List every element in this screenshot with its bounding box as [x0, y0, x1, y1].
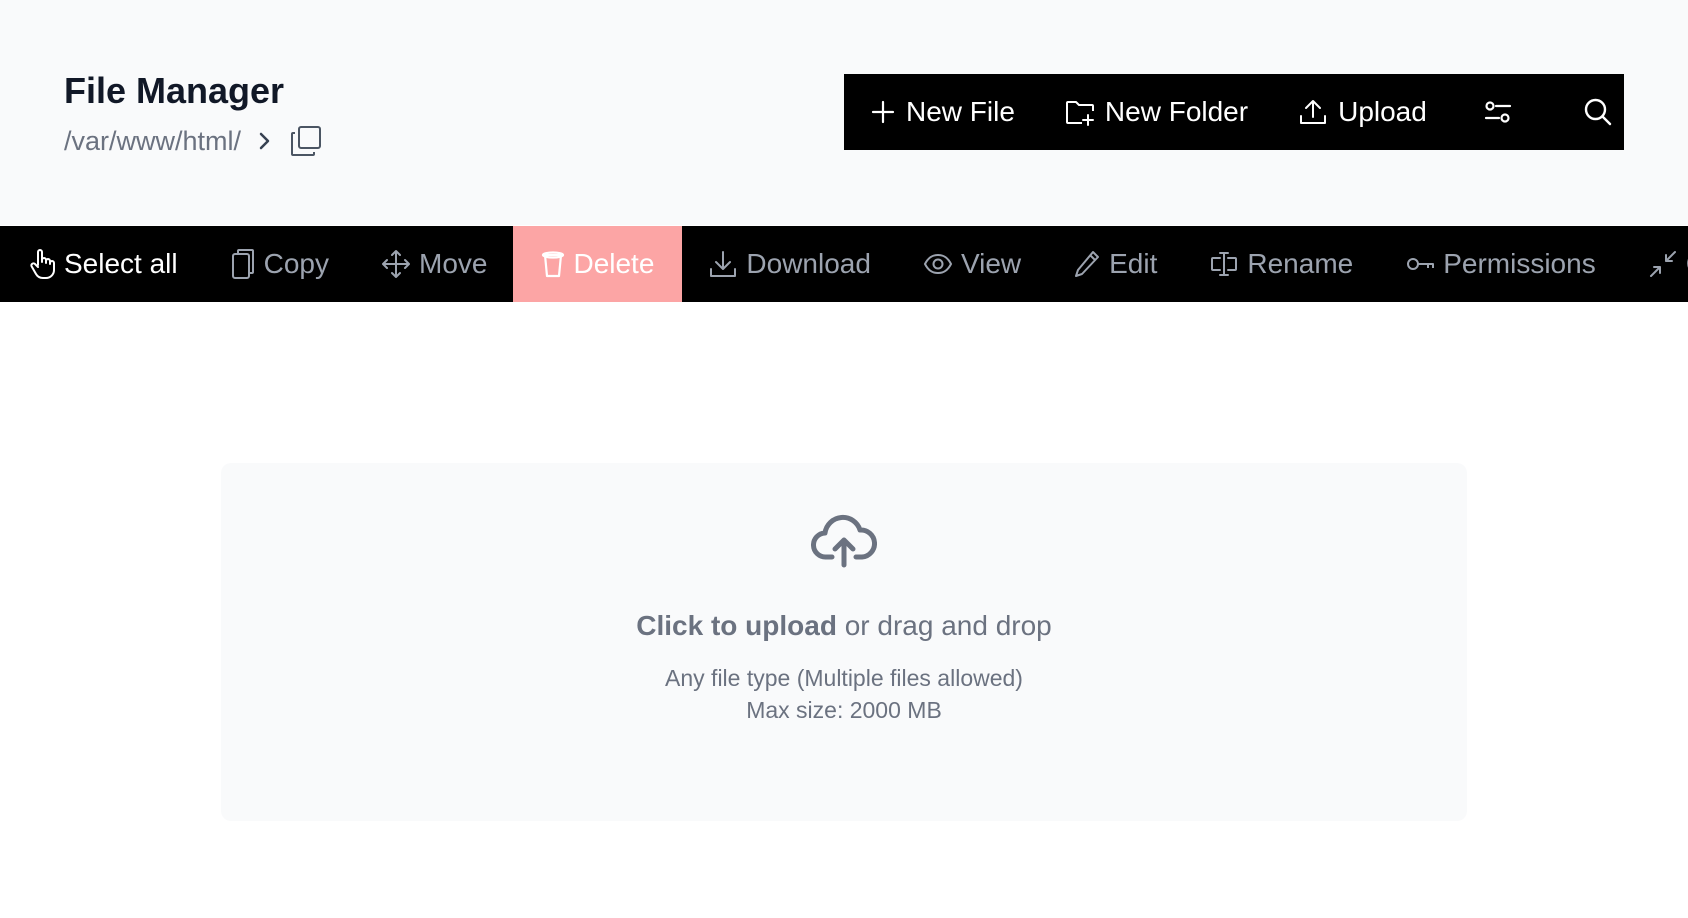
compress-icon [1648, 249, 1678, 279]
copy-icon [230, 248, 256, 280]
trash-icon [541, 250, 565, 278]
cloud-upload-icon [811, 513, 877, 574]
new-file-label: New File [906, 96, 1015, 127]
upload-label: Upload [1338, 96, 1427, 127]
view-label: View [960, 248, 1022, 279]
click-to-upload-label[interactable]: Click to upload [636, 610, 837, 641]
download-label: Download [746, 248, 871, 279]
filter-icon [1483, 98, 1513, 126]
upload-button[interactable]: Upload [1298, 74, 1427, 150]
breadcrumb: /var/www/html/ [64, 123, 323, 159]
new-folder-button[interactable]: New Folder [1065, 74, 1248, 150]
copy-button[interactable]: Copy [204, 226, 355, 302]
upload-prompt: Click to upload or drag and drop [221, 610, 1467, 642]
search-icon [1583, 97, 1613, 127]
key-icon [1405, 252, 1435, 276]
chevron-right-icon[interactable] [255, 129, 275, 153]
select-all-label: Select all [64, 248, 178, 279]
edit-label: Edit [1109, 248, 1158, 279]
download-button[interactable]: Download [682, 226, 897, 302]
upload-icon [1298, 98, 1328, 126]
folder-plus-icon [1065, 98, 1095, 126]
move-icon [381, 249, 411, 279]
copy-label: Copy [263, 248, 329, 279]
edit-button[interactable]: Edit [1047, 226, 1183, 302]
upload-dropzone[interactable]: Click to upload or drag and drop Any fil… [221, 463, 1467, 821]
drag-drop-label: or drag and drop [836, 610, 1052, 641]
hand-pointer-icon [30, 248, 56, 280]
current-path[interactable]: /var/www/html/ [64, 126, 241, 157]
selection-toolbar: Select all Copy Move Delete Download Vie… [0, 226, 1688, 302]
rename-label: Rename [1247, 248, 1354, 279]
top-action-bar: New File New Folder Upload [844, 74, 1624, 150]
move-label: Move [419, 248, 488, 279]
delete-label: Delete [573, 248, 655, 279]
download-icon [708, 249, 738, 279]
permissions-label: Permissions [1443, 248, 1596, 279]
page-title: File Manager [64, 70, 285, 111]
header: File Manager /var/www/html/ New File New… [0, 0, 1688, 225]
compress-button[interactable]: C [1622, 226, 1688, 302]
permissions-button[interactable]: Permissions [1379, 226, 1621, 302]
pencil-icon [1073, 249, 1101, 279]
move-button[interactable]: Move [355, 226, 513, 302]
max-size-hint: Max size: 2000 MB [746, 697, 942, 723]
view-button[interactable]: View [897, 226, 1047, 302]
plus-icon [870, 99, 896, 125]
copy-path-icon[interactable] [289, 124, 323, 158]
filter-button[interactable] [1483, 74, 1513, 150]
rename-icon [1209, 250, 1239, 278]
file-type-hint: Any file type (Multiple files allowed) [665, 665, 1023, 691]
eye-icon [923, 252, 953, 276]
new-folder-label: New Folder [1104, 96, 1249, 127]
delete-button[interactable]: Delete [513, 226, 683, 302]
search-button[interactable] [1583, 74, 1613, 150]
select-all-button[interactable]: Select all [0, 226, 204, 302]
new-file-button[interactable]: New File [870, 74, 1015, 150]
rename-button[interactable]: Rename [1183, 226, 1379, 302]
